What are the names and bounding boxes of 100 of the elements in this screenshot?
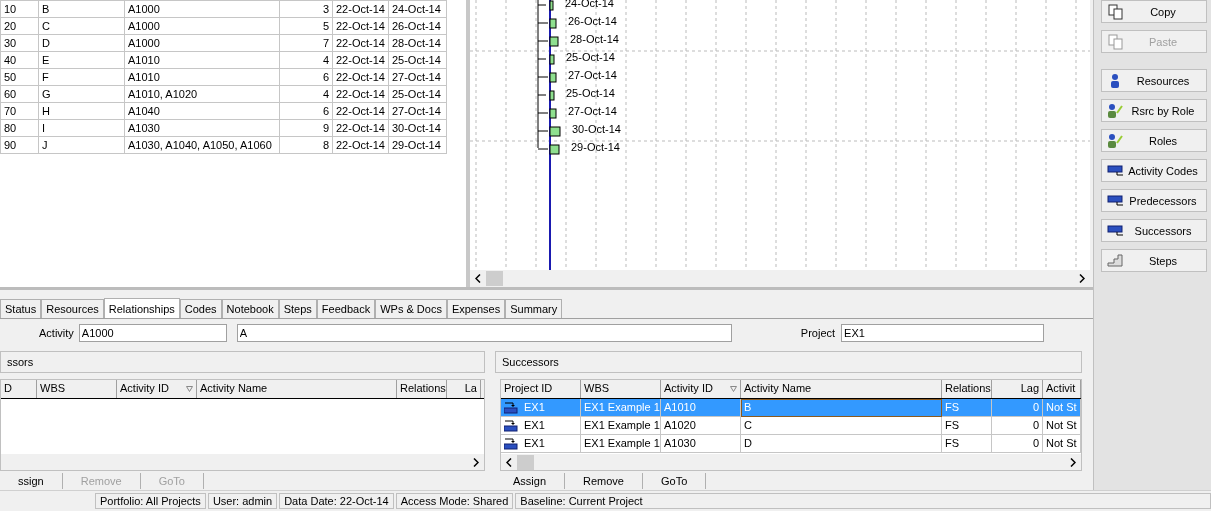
column-header[interactable]: Activity ID — [661, 380, 741, 398]
scroll-thumb[interactable] — [517, 454, 534, 470]
table-cell: A1010 — [124, 68, 280, 86]
table-cell: A1010 — [124, 51, 280, 69]
successor-icon — [504, 419, 518, 432]
bar-label: 30-Oct-14 — [572, 123, 621, 135]
column-header[interactable]: La — [447, 380, 481, 398]
activity-bar — [549, 72, 557, 83]
table-cell: 22-Oct-14 — [332, 34, 389, 52]
tab[interactable]: Expenses — [446, 299, 506, 318]
bar-label: 27-Oct-14 — [568, 69, 617, 81]
bar-label: 25-Oct-14 — [566, 51, 615, 63]
column-header[interactable]: Relations — [942, 380, 992, 398]
column-header[interactable]: WBS — [37, 380, 117, 398]
table-cell: 22-Oct-14 — [332, 102, 389, 120]
table-cell: C — [38, 17, 125, 35]
table-cell: EX1 Example 1 — [581, 435, 661, 453]
table-cell: 5 — [279, 17, 333, 35]
table-cell: 27-Oct-14 — [388, 68, 447, 86]
table-cell: EX1 Example 1 — [581, 399, 661, 417]
bar-label: 24-Oct-14 — [565, 0, 614, 9]
column-header[interactable]: Activit — [1043, 380, 1081, 398]
activity-name-field[interactable]: A — [236, 324, 732, 342]
table-cell: A1010, A1020 — [124, 85, 280, 103]
bar-label: 27-Oct-14 — [568, 105, 617, 117]
scroll-right-icon[interactable] — [1070, 457, 1076, 467]
table-cell: 50 — [0, 68, 39, 86]
table-cell: 22-Oct-14 — [332, 136, 389, 154]
table-cell: A1000 — [124, 34, 280, 52]
table-cell: 60 — [0, 85, 39, 103]
column-header[interactable]: D — [1, 380, 37, 398]
table-cell: 22-Oct-14 — [332, 51, 389, 69]
sort-icon — [186, 386, 193, 392]
activity-bar — [549, 126, 561, 137]
table-cell: 22-Oct-14 — [332, 85, 389, 103]
scroll-left-icon[interactable] — [506, 457, 512, 467]
tab[interactable]: Codes — [179, 299, 222, 318]
table-cell: 30-Oct-14 — [388, 119, 447, 137]
bar-label: 29-Oct-14 — [571, 141, 620, 153]
table-row[interactable]: EX1 EX1 Example 1 A1030 D FS 0 Not St — [501, 435, 1081, 453]
column-header[interactable]: Lag — [992, 380, 1043, 398]
table-cell: 22-Oct-14 — [332, 68, 389, 86]
toolbar-button[interactable]: Copy — [1101, 0, 1207, 23]
person-pencil-icon — [1107, 132, 1123, 149]
table-cell: 3 — [279, 0, 333, 18]
tab[interactable]: Summary — [505, 299, 563, 318]
tab[interactable]: Relationships — [103, 298, 180, 318]
table-cell: 25-Oct-14 — [388, 85, 447, 103]
scroll-right-icon[interactable] — [1079, 274, 1085, 283]
table-cell: 22-Oct-14 — [332, 17, 389, 35]
column-header[interactable]: Project ID — [501, 380, 581, 398]
tab[interactable]: Resources — [41, 299, 104, 318]
table-cell: 10 — [0, 0, 39, 18]
toolbar-button[interactable]: Activity Codes — [1101, 159, 1207, 182]
table-row[interactable]: EX1 EX1 Example 1 A1020 C FS 0 Not St — [501, 417, 1081, 435]
table-cell: A1030 — [661, 435, 741, 453]
toolbar-button[interactable]: Steps — [1101, 249, 1207, 272]
field-label: Activity — [39, 327, 74, 339]
table-cell: A1010 — [661, 399, 741, 417]
table-cell: A1030, A1040, A1050, A1060 — [124, 136, 280, 154]
tab[interactable]: Steps — [278, 299, 317, 318]
activity-bar — [549, 18, 557, 29]
table-cell-text: EX1 — [524, 418, 545, 433]
column-header[interactable]: Relations — [397, 380, 447, 398]
person-pencil-icon — [1107, 102, 1123, 119]
field-label: Project — [800, 327, 836, 339]
tab[interactable]: Notebook — [221, 299, 279, 318]
document-icon — [1107, 3, 1123, 20]
status-bar-item: User: admin — [207, 493, 278, 509]
tab[interactable]: Feedback — [316, 299, 376, 318]
activity-id-field[interactable]: A1000 — [78, 324, 227, 342]
toolbar-button[interactable]: Roles — [1101, 129, 1207, 152]
scroll-right-icon[interactable] — [473, 457, 479, 467]
column-header[interactable]: WBS — [581, 380, 661, 398]
column-header[interactable]: Activity Name — [197, 380, 397, 398]
scroll-left-icon[interactable] — [475, 274, 481, 283]
tab[interactable]: WPs & Docs — [375, 299, 447, 318]
table-cell: 27-Oct-14 — [388, 102, 447, 120]
toolbar-button[interactable]: Resources — [1101, 69, 1207, 92]
table-cell: 30 — [0, 34, 39, 52]
table-cell: G — [38, 85, 125, 103]
project-id-field[interactable]: EX1 — [841, 324, 1045, 342]
table-cell: A1000 — [124, 17, 280, 35]
scroll-thumb[interactable] — [486, 271, 503, 286]
table-cell: FS — [942, 417, 992, 435]
table-cell: 80 — [0, 119, 39, 137]
table-cell: 90 — [0, 136, 39, 154]
tab[interactable]: Status — [0, 299, 42, 318]
toolbar-button[interactable]: Rsrc by Role — [1101, 99, 1207, 122]
table-cell-text: EX1 — [524, 400, 545, 415]
table-cell: 7 — [279, 34, 333, 52]
column-header[interactable]: Activity Name — [741, 380, 942, 398]
bar-label: 26-Oct-14 — [568, 15, 617, 27]
steps-icon — [1107, 254, 1123, 267]
table-cell: 24-Oct-14 — [388, 0, 447, 18]
table-cell: 0 — [992, 417, 1043, 435]
bar-icon — [1106, 165, 1124, 176]
toolbar-button[interactable]: Predecessors — [1101, 189, 1207, 212]
toolbar-button[interactable]: Successors — [1101, 219, 1207, 242]
column-header[interactable]: Activity ID — [117, 380, 197, 398]
